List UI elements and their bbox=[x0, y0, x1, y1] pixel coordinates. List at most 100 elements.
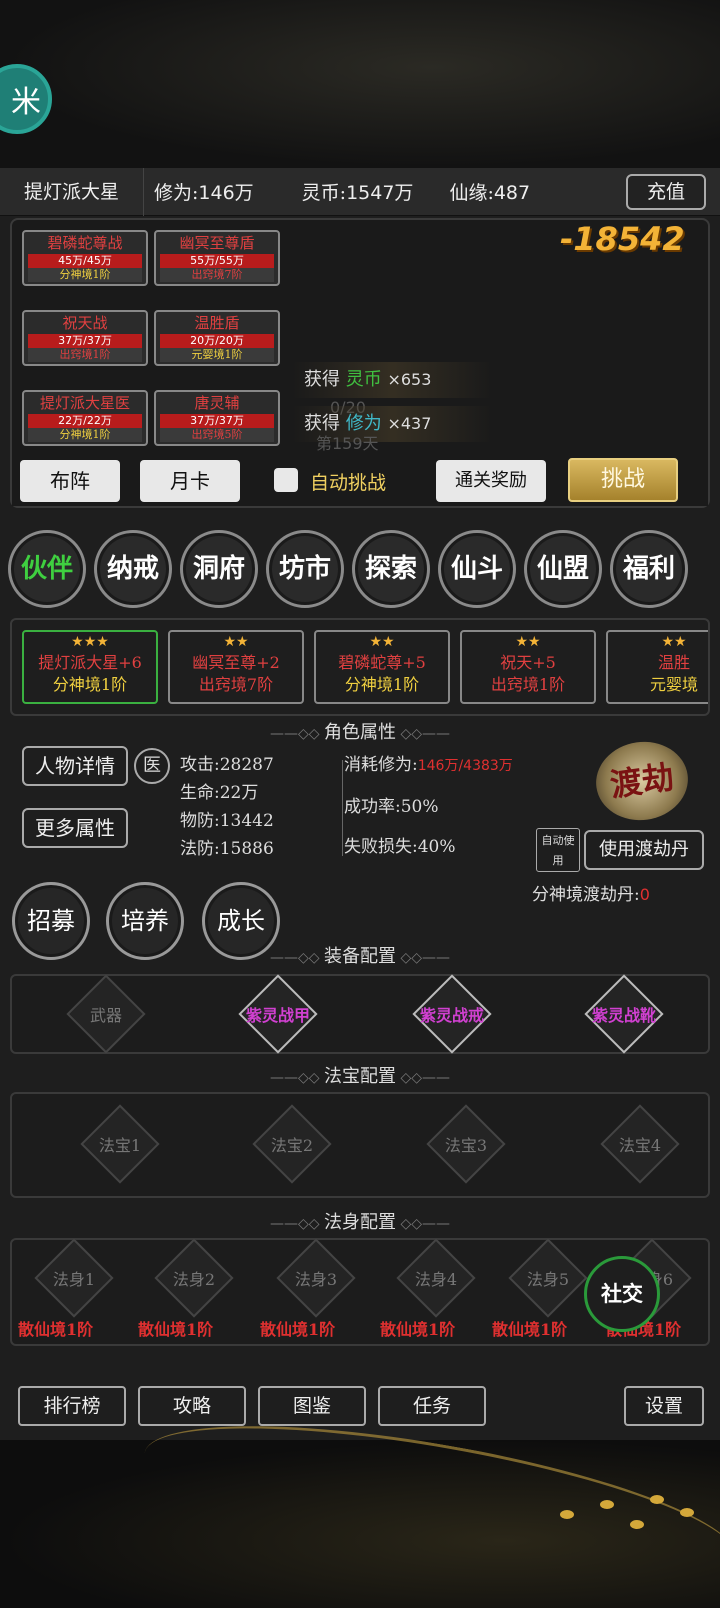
body-slot[interactable]: 法身4 bbox=[378, 1238, 498, 1320]
coins-value: 1547万 bbox=[346, 182, 414, 204]
luck-stat: 仙缘:487 bbox=[449, 178, 530, 205]
unit-hp: 55万/55万 bbox=[160, 254, 274, 268]
slot-label: 紫灵战甲 bbox=[245, 1006, 310, 1025]
nav-partner[interactable]: 伙伴 bbox=[8, 530, 86, 608]
partner-name: 提灯派大星+6 bbox=[38, 653, 142, 672]
more-attributes-button[interactable]: 更多属性 bbox=[22, 808, 128, 848]
treasure-slot[interactable]: 法宝4 bbox=[582, 1104, 702, 1186]
ornament-icon: ——◇◇ bbox=[270, 950, 324, 966]
slot-label: 法宝2 bbox=[270, 1136, 314, 1155]
gain-amount: ×653 bbox=[387, 370, 432, 389]
attributes-title: ——◇◇ 角色属性 ◇◇—— bbox=[0, 718, 720, 744]
pdef-stat: 物防:13442 bbox=[180, 811, 274, 831]
consume-value: 146万/4383万 bbox=[417, 758, 513, 774]
settings-button[interactable]: 设置 bbox=[624, 1386, 704, 1426]
use-pill-button[interactable]: 使用渡劫丹 bbox=[584, 830, 704, 870]
battle-unit[interactable]: 幽冥至尊盾 55万/55万 出窍境7阶 bbox=[154, 230, 280, 286]
equip-slot-armor[interactable]: 紫灵战甲 bbox=[220, 974, 340, 1056]
unit-name: 提灯派大星医 bbox=[39, 394, 130, 412]
body-rank: 散仙境1阶 bbox=[18, 1320, 94, 1339]
nav-market[interactable]: 坊市 bbox=[266, 530, 344, 608]
battle-unit[interactable]: 温胜盾 20万/20万 元婴境1阶 bbox=[154, 310, 280, 366]
ornament-icon: ——◇◇ bbox=[270, 1216, 324, 1232]
tribulation-button[interactable]: 渡劫 bbox=[591, 735, 693, 827]
unit-rank: 出窍境1阶 bbox=[28, 348, 142, 362]
battle-unit[interactable]: 碧磷蛇尊战 45万/45万 分神境1阶 bbox=[22, 230, 148, 286]
pill-label: 分神境渡劫丹: bbox=[532, 885, 640, 905]
nav-explore[interactable]: 探索 bbox=[352, 530, 430, 608]
partner-tab[interactable]: ★★ 温胜 元婴境 bbox=[606, 630, 708, 704]
tasks-button[interactable]: 任务 bbox=[378, 1386, 486, 1426]
character-detail-button[interactable]: 人物详情 bbox=[22, 746, 128, 786]
equip-slot-weapon[interactable]: 武器 bbox=[48, 974, 168, 1056]
clear-reward-button[interactable]: 通关奖励 bbox=[436, 460, 546, 502]
nav-ring[interactable]: 纳戒 bbox=[94, 530, 172, 608]
unit-name: 温胜盾 bbox=[194, 314, 240, 332]
social-button[interactable]: 社交 bbox=[584, 1256, 660, 1332]
treasure-slot[interactable]: 法宝1 bbox=[62, 1104, 182, 1186]
body-slot[interactable]: 法身1 bbox=[16, 1238, 136, 1320]
pill-count-value: 0 bbox=[639, 885, 650, 904]
body-title-text: 法身配置 bbox=[324, 1212, 396, 1233]
day-counter: 第159天 bbox=[316, 434, 379, 453]
attributes-title-text: 角色属性 bbox=[324, 722, 396, 743]
challenge-button[interactable]: 挑战 bbox=[568, 458, 678, 502]
role-healer-icon: 医 bbox=[134, 748, 170, 784]
unit-hp: 37万/37万 bbox=[160, 414, 274, 428]
equip-slot-ring[interactable]: 紫灵战戒 bbox=[394, 974, 514, 1056]
guide-button[interactable]: 攻略 bbox=[138, 1386, 246, 1426]
partner-tab[interactable]: ★★ 幽冥至尊+2 出窍境7阶 bbox=[168, 630, 304, 704]
top-bar: 提灯派大星 修为:146万 灵币:1547万 仙缘:487 充值 bbox=[0, 167, 720, 216]
unit-hp: 20万/20万 bbox=[160, 334, 274, 348]
partner-name: 碧磷蛇尊+5 bbox=[338, 653, 426, 672]
battle-unit[interactable]: 祝天战 37万/37万 出窍境1阶 bbox=[22, 310, 148, 366]
unit-name: 幽冥至尊盾 bbox=[179, 234, 255, 252]
nav-arena[interactable]: 仙斗 bbox=[438, 530, 516, 608]
consume-label: 消耗修为: bbox=[344, 755, 418, 775]
star-icon: ★★★ bbox=[71, 634, 109, 650]
success-rate: 成功率:50% bbox=[344, 797, 439, 817]
treasure-slot[interactable]: 法宝3 bbox=[408, 1104, 528, 1186]
slot-label: 法身2 bbox=[172, 1270, 216, 1289]
gain-prefix: 获得 bbox=[304, 369, 340, 390]
ornament-icon: ——◇◇ bbox=[270, 726, 324, 742]
gold-leaf-decoration bbox=[650, 1495, 664, 1504]
monthcard-button[interactable]: 月卡 bbox=[140, 460, 240, 502]
treasure-slot[interactable]: 法宝2 bbox=[234, 1104, 354, 1186]
ornament-icon: ◇◇—— bbox=[396, 1070, 450, 1086]
body-slot[interactable]: 法身2 bbox=[136, 1238, 256, 1320]
unit-rank: 元婴境1阶 bbox=[160, 348, 274, 362]
recharge-button[interactable]: 充值 bbox=[626, 174, 706, 210]
battle-unit[interactable]: 唐灵辅 37万/37万 出窍境5阶 bbox=[154, 390, 280, 446]
luck-value: 487 bbox=[493, 182, 531, 204]
equipment-box: 武器 紫灵战甲 紫灵战戒 紫灵战靴 bbox=[10, 974, 710, 1054]
gold-leaf-decoration bbox=[680, 1508, 694, 1517]
luck-label: 仙缘: bbox=[449, 182, 494, 204]
nav-welfare[interactable]: 福利 bbox=[610, 530, 688, 608]
equipment-title-text: 装备配置 bbox=[324, 946, 396, 967]
main-panel: 提灯派大星 修为:146万 灵币:1547万 仙缘:487 充值 碧磷蛇尊战 4… bbox=[0, 167, 720, 1440]
auto-use-checkbox[interactable]: 自动使用 bbox=[536, 828, 580, 872]
slot-label: 法宝4 bbox=[618, 1136, 662, 1155]
consume-stat: 消耗修为:146万/4383万 bbox=[344, 750, 513, 775]
body-rank: 散仙境1阶 bbox=[492, 1320, 568, 1339]
battle-action-bar: 布阵 月卡 自动挑战 通关奖励 挑战 bbox=[12, 454, 708, 506]
equip-slot-boots[interactable]: 紫灵战靴 bbox=[566, 974, 686, 1056]
partner-tab[interactable]: ★★ 祝天+5 出窍境1阶 bbox=[460, 630, 596, 704]
slot-label: 法身1 bbox=[52, 1270, 96, 1289]
gain-resource: 灵币 bbox=[345, 369, 382, 390]
unit-rank: 出窍境7阶 bbox=[160, 268, 274, 282]
battle-unit[interactable]: 提灯派大星医 22万/22万 分神境1阶 bbox=[22, 390, 148, 446]
nav-alliance[interactable]: 仙盟 bbox=[524, 530, 602, 608]
body-slot[interactable]: 法身3 bbox=[258, 1238, 378, 1320]
auto-challenge-checkbox[interactable] bbox=[274, 468, 298, 492]
ranking-button[interactable]: 排行榜 bbox=[18, 1386, 126, 1426]
nav-cave[interactable]: 洞府 bbox=[180, 530, 258, 608]
cultivation-label: 修为: bbox=[154, 182, 199, 204]
partner-tab[interactable]: ★★★ 提灯派大星+6 分神境1阶 bbox=[22, 630, 158, 704]
codex-button[interactable]: 图鉴 bbox=[258, 1386, 366, 1426]
ornament-icon: ◇◇—— bbox=[396, 726, 450, 742]
formation-button[interactable]: 布阵 bbox=[20, 460, 120, 502]
unit-rank: 分神境1阶 bbox=[28, 428, 142, 442]
partner-tab[interactable]: ★★ 碧磷蛇尊+5 分神境1阶 bbox=[314, 630, 450, 704]
